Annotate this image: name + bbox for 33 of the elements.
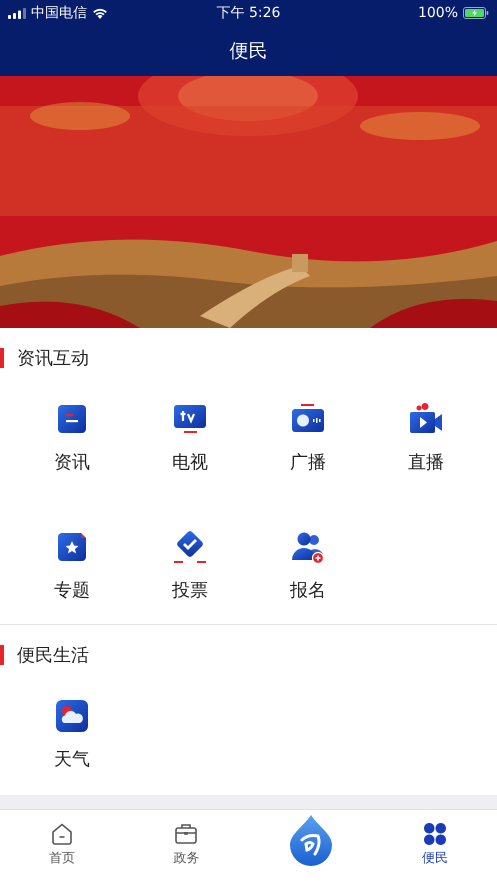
feature-item[interactable]: 投票	[131, 506, 249, 624]
battery-percent: 100%	[418, 5, 458, 21]
tab[interactable]: 首页	[0, 810, 124, 883]
wifi-icon	[92, 7, 108, 19]
cloud-icon	[55, 699, 89, 733]
section-title: 资讯互动	[17, 347, 89, 370]
clover-icon	[422, 822, 447, 846]
feature-item[interactable]: 天气	[13, 675, 131, 793]
briefcase-icon	[174, 822, 198, 846]
video-camera-icon	[409, 402, 443, 436]
status-time: 下午 5:26	[216, 4, 280, 22]
add-user-icon	[291, 530, 325, 564]
tab[interactable]: 政务	[124, 810, 248, 883]
tv-icon	[173, 402, 207, 436]
accent-bar	[0, 348, 4, 368]
check-icon	[173, 530, 207, 564]
star-icon	[55, 530, 89, 564]
document-icon	[55, 402, 89, 436]
accent-bar	[0, 645, 4, 665]
feature-item[interactable]: 资讯	[13, 378, 131, 496]
signal-icon	[8, 8, 26, 18]
section-title: 便民生活	[17, 644, 89, 667]
feature-item[interactable]: 直播	[367, 378, 485, 496]
feature-item[interactable]: 专题	[13, 506, 131, 624]
home-icon	[50, 822, 74, 846]
drop-logo-icon	[288, 814, 334, 866]
feature-item[interactable]: 电视	[131, 378, 249, 496]
battery-icon	[463, 7, 489, 19]
feature-item[interactable]: 广播	[249, 378, 367, 496]
page-title: 便民	[230, 39, 268, 64]
feature-item[interactable]: 报名	[249, 506, 367, 624]
tab[interactable]: 便民	[372, 810, 497, 883]
carrier-name: 中国电信	[31, 4, 87, 22]
